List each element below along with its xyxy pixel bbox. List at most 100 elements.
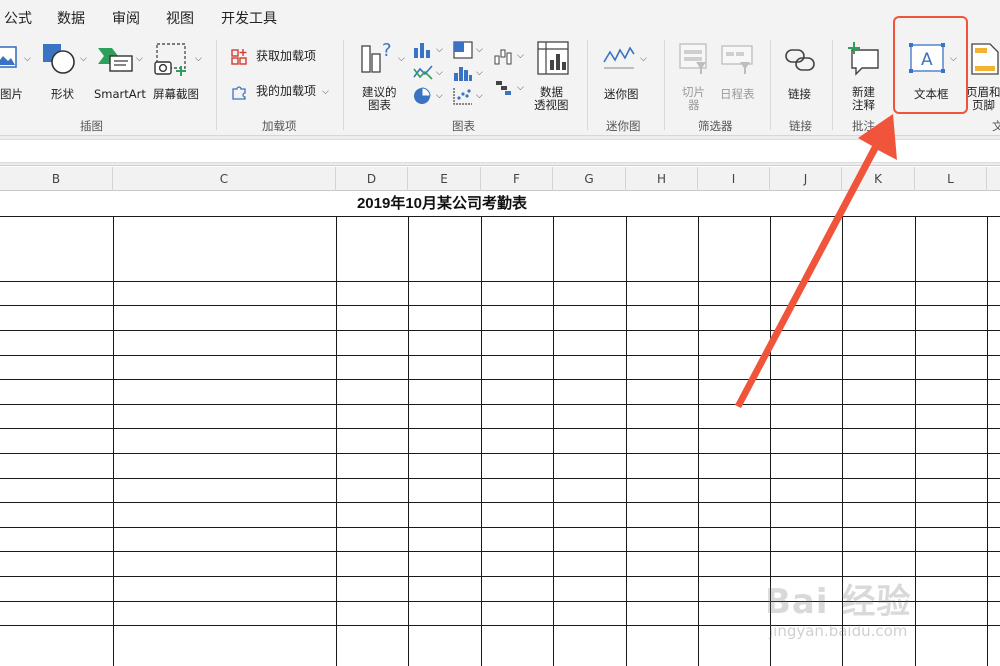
column-header-c[interactable]: C (113, 167, 336, 191)
get-addins-button[interactable]: 获取加载项 (230, 48, 330, 68)
timeline-button[interactable]: 日程表 (716, 40, 760, 102)
table-row-border (0, 330, 1000, 331)
smartart-button[interactable]: ⌵ SmartArt (94, 40, 150, 102)
highlight-box (893, 16, 968, 114)
menu-bar: 公式 数据 审阅 视图 开发工具 (0, 0, 1000, 34)
column-header-g[interactable]: G (553, 167, 626, 191)
formula-bar (0, 136, 1000, 166)
picture-icon (0, 46, 17, 68)
sparkline-button[interactable]: ⌵ 迷你图 (598, 40, 654, 102)
sparkline-icon (603, 46, 635, 69)
column-header-b[interactable]: B (0, 167, 113, 191)
chevron-down-icon: ⌵ (476, 91, 483, 101)
new-comment-button[interactable]: 新建 注释 (844, 40, 884, 112)
table-column-border (626, 216, 627, 666)
tab-review[interactable]: 审阅 (112, 8, 140, 28)
slicer-icon (679, 43, 707, 74)
chevron-down-icon: ⌵ (80, 54, 87, 64)
chevron-down-icon: ⌵ (476, 45, 483, 55)
shapes-label: 形状 (51, 87, 74, 101)
table-column-border (113, 216, 114, 666)
link-label: 链接 (788, 87, 811, 101)
tab-data[interactable]: 数据 (57, 8, 85, 28)
scatter-chart-button[interactable]: ⌵ (452, 86, 486, 108)
column-header-k[interactable]: K (842, 167, 915, 191)
chevron-down-icon: ⌵ (517, 83, 524, 93)
link-icon (785, 49, 815, 71)
group-divider (770, 40, 771, 130)
group-label-text: 文 (992, 119, 1000, 133)
tab-view[interactable]: 视图 (166, 8, 194, 28)
formula-input[interactable] (0, 139, 1000, 163)
watermark-logo: Bai 经验 (765, 582, 912, 622)
picture-button[interactable]: ⌵ 图片 (0, 40, 36, 102)
svg-text:?: ? (382, 40, 392, 61)
column-header-h[interactable]: H (626, 167, 698, 191)
watermark-url: jingyan.baidu.com (769, 622, 908, 640)
screenshot-button[interactable]: ⌵ 屏幕截图 (151, 40, 209, 102)
waterfall-chart-icon (494, 49, 512, 65)
line-chart-icon (413, 65, 433, 80)
scatter-chart-icon (453, 88, 472, 105)
group-label-addins: 加载项 (262, 119, 297, 133)
tab-formulas[interactable]: 公式 (4, 8, 32, 28)
sparkline-label: 迷你图 (604, 87, 639, 101)
column-header-f[interactable]: F (481, 167, 553, 191)
recommended-charts-button[interactable]: ? ⌵ 建议的 图表 (356, 40, 406, 112)
pivot-chart-button[interactable]: 数据 透视图 (532, 40, 576, 112)
table-row-border (0, 281, 1000, 282)
column-header-e[interactable]: E (408, 167, 481, 191)
recommended-chart-icon: ? (361, 40, 392, 73)
map-chart-button[interactable]: ⌵ (493, 78, 527, 100)
statistic-chart-button[interactable]: ⌵ (452, 63, 486, 85)
table-row-border (0, 527, 1000, 528)
table-row-border (0, 453, 1000, 454)
chevron-down-icon: ⌵ (398, 54, 405, 64)
my-addins-button[interactable]: 我的加载项 ⌵ (230, 83, 334, 103)
table-column-border (553, 216, 554, 666)
column-header-j[interactable]: J (770, 167, 842, 191)
funnel-chart-icon (496, 81, 511, 95)
column-header-i[interactable]: I (698, 167, 770, 191)
tab-developer[interactable]: 开发工具 (221, 8, 277, 28)
hierarchy-chart-button[interactable]: ⌵ (452, 40, 486, 62)
group-label-filters: 筛选器 (698, 119, 733, 133)
column-chart-icon (414, 43, 430, 58)
group-divider (216, 40, 217, 130)
waterfall-chart-button[interactable]: ⌵ (493, 46, 527, 68)
smartart-icon (98, 48, 133, 72)
treemap-icon (453, 41, 473, 59)
sheet-title[interactable]: 2019年10月某公司考勤表 (114, 192, 770, 216)
pivot-chart-icon (537, 41, 569, 75)
column-headers: B C D E F G H I J K L (0, 167, 1000, 191)
chevron-down-icon: ⌵ (436, 45, 443, 55)
header-footer-button[interactable]: 页眉和 页脚 (966, 40, 1000, 112)
slicer-label-2: 器 (688, 98, 700, 112)
store-icon (231, 49, 247, 65)
table-row-border (0, 428, 1000, 429)
chevron-down-icon: ⌵ (517, 51, 524, 61)
line-chart-button[interactable]: ⌵ (412, 63, 446, 85)
column-chart-button[interactable]: ⌵ (412, 40, 446, 62)
chevron-down-icon: ⌵ (136, 54, 143, 64)
ribbon: ⌵ 图片 ⌵ 形状 ⌵ SmartArt ⌵ 屏幕截图 插图 获取加载项 我的加… (0, 34, 1000, 136)
get-addins-label: 获取加载项 (256, 49, 317, 63)
timeline-icon (721, 45, 753, 74)
table-row-border (0, 355, 1000, 356)
picture-label: 图片 (0, 87, 23, 101)
slicer-button[interactable]: 切片 器 (676, 40, 712, 112)
chevron-down-icon: ⌵ (436, 91, 443, 101)
pie-chart-button[interactable]: ⌵ (412, 86, 446, 108)
new-comment-icon (848, 42, 879, 76)
screenshot-icon (154, 43, 186, 76)
table-row-border (0, 404, 1000, 405)
link-button[interactable]: 链接 (782, 40, 820, 102)
group-divider (832, 40, 833, 130)
table-row-border (0, 478, 1000, 479)
table-row-border (0, 305, 1000, 306)
column-header-l[interactable]: L (915, 167, 987, 191)
column-header-d[interactable]: D (336, 167, 408, 191)
group-label-illustrations: 插图 (80, 119, 103, 133)
shapes-button[interactable]: ⌵ 形状 (40, 40, 90, 102)
table-row-border (0, 502, 1000, 503)
